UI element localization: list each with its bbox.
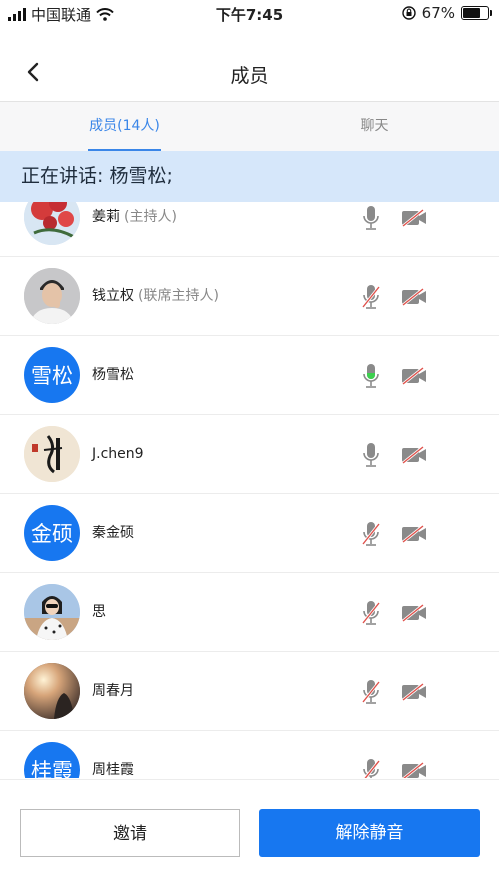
invite-button[interactable]: 邀请 bbox=[20, 809, 240, 857]
tab-members-label: 成员(14人) bbox=[89, 118, 160, 134]
unmute-button[interactable]: 解除静音 bbox=[259, 809, 480, 857]
member-row[interactable]: J.chen9 bbox=[0, 415, 499, 494]
camera-off-icon[interactable] bbox=[401, 209, 427, 227]
speaking-banner: 正在讲话: 杨雪松; bbox=[0, 151, 499, 202]
member-name: 钱立权 (联席主持人) bbox=[92, 288, 219, 304]
member-row[interactable]: 桂霞 周桂霞 bbox=[0, 731, 499, 778]
member-name: 姜莉 (主持人) bbox=[92, 209, 177, 225]
tab-bar: 成员(14人) 聊天 bbox=[0, 101, 499, 151]
status-bar: 中国联通 下午7:45 67% bbox=[0, 0, 499, 26]
member-row[interactable]: 雪松 杨雪松 bbox=[0, 336, 499, 415]
member-name: 周桂霞 bbox=[92, 762, 134, 778]
avatar: 桂霞 bbox=[24, 742, 80, 778]
member-row[interactable]: 钱立权 (联席主持人) bbox=[0, 257, 499, 336]
camera-off-icon[interactable] bbox=[401, 762, 427, 778]
camera-off-icon[interactable] bbox=[401, 604, 427, 622]
member-name: 周春月 bbox=[92, 683, 134, 699]
member-row[interactable]: 金硕 秦金硕 bbox=[0, 494, 499, 573]
microphone-icon[interactable] bbox=[361, 442, 381, 468]
member-row[interactable]: 周春月 bbox=[0, 652, 499, 731]
avatar: 雪松 bbox=[24, 347, 80, 403]
member-name: 杨雪松 bbox=[92, 367, 134, 383]
camera-off-icon[interactable] bbox=[401, 683, 427, 701]
microphone-muted-icon[interactable] bbox=[361, 521, 381, 547]
microphone-muted-icon[interactable] bbox=[361, 600, 381, 626]
microphone-icon[interactable] bbox=[361, 205, 381, 231]
avatar bbox=[24, 663, 80, 719]
page-title: 成员 bbox=[230, 65, 269, 87]
member-list[interactable]: 姜莉 (主持人) 钱立权 (联席主持人) 雪松 杨雪松 J.chen9 金硕 秦… bbox=[0, 202, 499, 778]
camera-off-icon[interactable] bbox=[401, 367, 427, 385]
camera-off-icon[interactable] bbox=[401, 288, 427, 306]
member-row[interactable]: 思 bbox=[0, 573, 499, 652]
microphone-muted-icon[interactable] bbox=[361, 758, 381, 778]
member-name: J.chen9 bbox=[92, 446, 144, 462]
member-name: 思 bbox=[92, 604, 106, 620]
avatar bbox=[24, 268, 80, 324]
battery-percent: 67% bbox=[421, 4, 455, 22]
tab-chat-label: 聊天 bbox=[360, 118, 389, 134]
member-name: 秦金硕 bbox=[92, 525, 134, 541]
tab-chat[interactable]: 聊天 bbox=[250, 102, 499, 151]
avatar: 金硕 bbox=[24, 505, 80, 561]
battery-icon bbox=[461, 6, 492, 20]
camera-off-icon[interactable] bbox=[401, 446, 427, 464]
member-role: (主持人) bbox=[124, 209, 177, 225]
avatar bbox=[24, 584, 80, 640]
member-role: (联席主持人) bbox=[138, 288, 219, 304]
avatar bbox=[24, 426, 80, 482]
bottom-action-bar: 邀请 解除静音 bbox=[0, 779, 499, 888]
orientation-lock-icon bbox=[401, 6, 416, 20]
member-row[interactable]: 姜莉 (主持人) bbox=[0, 202, 499, 257]
avatar bbox=[24, 202, 80, 245]
microphone-muted-icon[interactable] bbox=[361, 679, 381, 705]
microphone-muted-icon[interactable] bbox=[361, 284, 381, 310]
microphone-active-icon[interactable] bbox=[361, 363, 381, 389]
tab-members[interactable]: 成员(14人) bbox=[0, 102, 249, 151]
camera-off-icon[interactable] bbox=[401, 525, 427, 543]
nav-bar: 成员 bbox=[0, 48, 499, 100]
